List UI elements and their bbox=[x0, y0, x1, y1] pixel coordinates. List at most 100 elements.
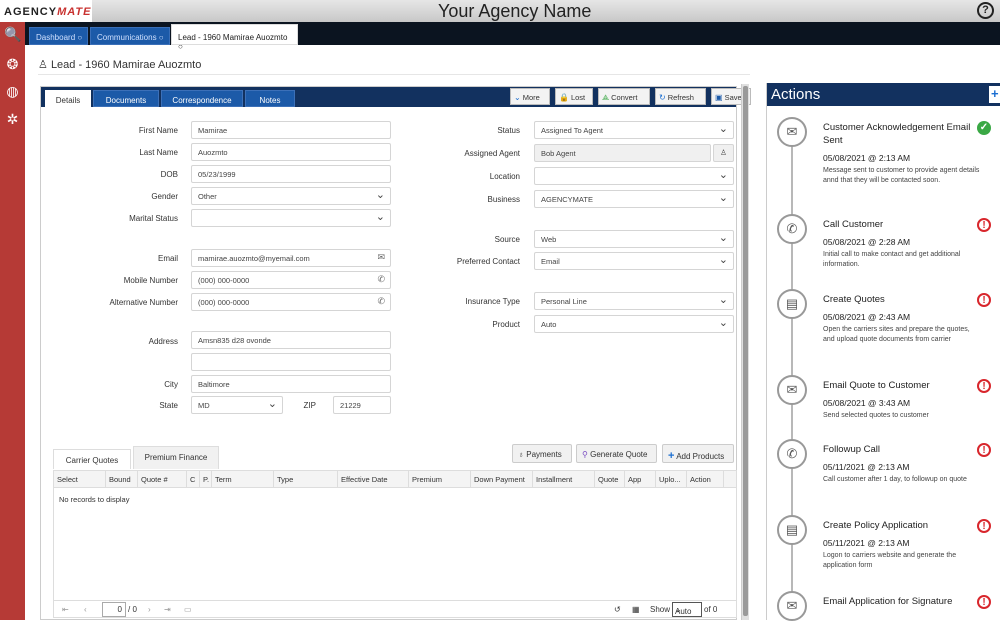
tab-documents[interactable]: Documents bbox=[93, 90, 159, 107]
add-products-button[interactable]: + Add Products bbox=[662, 444, 734, 463]
city-field[interactable]: Baltimore bbox=[191, 375, 391, 393]
tab-premium-finance[interactable]: Premium Finance bbox=[133, 446, 219, 469]
marital-status-label: Marital Status bbox=[129, 214, 178, 223]
next-page-icon[interactable]: › bbox=[148, 605, 151, 614]
gender-select[interactable]: Other bbox=[191, 187, 391, 205]
tab-correspondence[interactable]: Correspondence bbox=[161, 90, 243, 107]
envelope-icon[interactable]: ✉ bbox=[377, 252, 385, 263]
col-type[interactable]: Type bbox=[274, 471, 338, 488]
scrollbar-thumb[interactable] bbox=[743, 86, 748, 616]
plus-icon: + bbox=[668, 450, 675, 462]
tab-communications[interactable]: Communications ○ bbox=[90, 27, 170, 45]
envelope-icon: ✉ bbox=[777, 117, 807, 147]
action-title: Email Quote to Customer bbox=[823, 380, 930, 391]
address-line2-field[interactable] bbox=[191, 353, 391, 371]
save-icon: ▣ bbox=[715, 93, 723, 102]
action-title: Customer Acknowledgement Email Sent bbox=[823, 122, 971, 146]
col-quote[interactable]: Quote bbox=[595, 471, 625, 488]
col-quote-number[interactable]: Quote # bbox=[138, 471, 187, 488]
col-upload[interactable]: Uplo... bbox=[656, 471, 687, 488]
status-select[interactable]: Assigned To Agent bbox=[534, 121, 734, 139]
alternative-number-field[interactable]: (000) 000-0000 ✆ bbox=[191, 293, 391, 311]
col-action[interactable]: Action bbox=[687, 471, 724, 488]
of-total: of 0 bbox=[704, 605, 718, 614]
tab-lead[interactable]: Lead - 1960 Mamirae Auozmto ○ bbox=[171, 24, 298, 51]
alternative-number-label: Alternative Number bbox=[109, 298, 178, 307]
action-description: Call customer after 1 day, to followup o… bbox=[823, 476, 967, 483]
reset-icon[interactable]: ↺ bbox=[614, 605, 621, 614]
lock-icon: 🔒 bbox=[559, 93, 569, 102]
refresh-button[interactable]: ↻ Refresh bbox=[655, 88, 706, 105]
tab-dashboard[interactable]: Dashboard ○ bbox=[29, 27, 88, 45]
action-description: Initial call to make contact and get add… bbox=[823, 251, 961, 268]
col-p[interactable]: P. bbox=[200, 471, 212, 488]
gender-label: Gender bbox=[151, 192, 178, 201]
location-select[interactable] bbox=[534, 167, 734, 185]
excel-icon[interactable]: ▦ bbox=[632, 605, 640, 614]
alert-circle-icon: ! bbox=[977, 293, 991, 307]
help-icon[interactable]: ? bbox=[977, 2, 994, 19]
page-input[interactable]: 0 bbox=[102, 602, 126, 617]
mobile-field[interactable]: (000) 000-0000 ✆ bbox=[191, 271, 391, 289]
app-logo[interactable]: AGENCYMATE bbox=[0, 0, 92, 22]
actions-header: Actions + bbox=[767, 83, 1000, 106]
last-name-field[interactable]: Auozmto bbox=[191, 143, 391, 161]
col-installment[interactable]: Installment bbox=[533, 471, 595, 488]
col-down-payment[interactable]: Down Payment bbox=[471, 471, 533, 488]
col-select[interactable]: Select bbox=[54, 471, 106, 488]
source-label: Source bbox=[494, 235, 520, 244]
tab-details[interactable]: Details bbox=[45, 90, 91, 107]
generate-quote-button[interactable]: ⚲ Generate Quote bbox=[576, 444, 657, 463]
prev-page-icon[interactable]: ‹ bbox=[84, 605, 87, 614]
address-line1-field[interactable]: Amsn835 d28 ovonde bbox=[191, 331, 391, 349]
last-page-icon[interactable]: ⇥ bbox=[164, 605, 171, 614]
search-icon[interactable]: 🔍 bbox=[4, 26, 21, 43]
source-select[interactable]: Web bbox=[534, 230, 734, 248]
email-field[interactable]: mamirae.auozmto@myemail.com ✉ bbox=[191, 249, 391, 267]
user-select-icon[interactable]: ♙ bbox=[713, 144, 734, 162]
dashboard-icon[interactable]: ◍ bbox=[4, 83, 21, 100]
col-term[interactable]: Term bbox=[212, 471, 274, 488]
alert-circle-icon: ! bbox=[977, 519, 991, 533]
insurance-type-select[interactable]: Personal Line bbox=[534, 292, 734, 310]
product-select[interactable]: Auto bbox=[534, 315, 734, 333]
payments-button[interactable]: ♁ Payments bbox=[512, 444, 572, 463]
agency-name: Your Agency Name bbox=[438, 1, 592, 21]
page-size-select[interactable]: Auto ⌄ bbox=[672, 602, 702, 617]
col-effective-date[interactable]: Effective Date bbox=[338, 471, 409, 488]
convert-button[interactable]: ⟁ Convert bbox=[598, 88, 650, 105]
zip-field[interactable]: 21229 bbox=[333, 396, 391, 414]
check-circle-icon: ✓ bbox=[977, 121, 991, 135]
first-name-label: First Name bbox=[138, 126, 178, 135]
preferred-contact-select[interactable]: Email bbox=[534, 252, 734, 270]
grid-header: Select Bound Quote # C P. Term Type Effe… bbox=[54, 471, 736, 488]
col-premium[interactable]: Premium bbox=[409, 471, 471, 488]
city-label: City bbox=[164, 380, 178, 389]
gear-icon[interactable]: ✲ bbox=[4, 111, 21, 128]
col-bound[interactable]: Bound bbox=[106, 471, 138, 488]
refresh-icon: ↻ bbox=[659, 93, 666, 102]
last-name-label: Last Name bbox=[139, 148, 178, 157]
add-action-icon[interactable]: + bbox=[989, 86, 1000, 103]
address-label: Address bbox=[148, 337, 178, 346]
first-name-field[interactable]: Mamirae bbox=[191, 121, 391, 139]
phone-icon[interactable]: ✆ bbox=[377, 296, 385, 307]
more-button[interactable]: ⌄ More bbox=[510, 88, 550, 105]
assigned-agent-label: Assigned Agent bbox=[464, 149, 520, 158]
col-c[interactable]: C bbox=[187, 471, 200, 488]
marital-status-select[interactable] bbox=[191, 209, 391, 227]
dob-field[interactable]: 05/23/1999 bbox=[191, 165, 391, 183]
col-app[interactable]: App bbox=[625, 471, 656, 488]
phone-icon[interactable]: ✆ bbox=[377, 274, 385, 285]
tab-notes[interactable]: Notes bbox=[245, 90, 295, 107]
tab-carrier-quotes[interactable]: Carrier Quotes bbox=[53, 449, 131, 469]
lost-button[interactable]: 🔒 Lost bbox=[555, 88, 593, 105]
action-description: Open the carriers sites and prepare the … bbox=[823, 326, 970, 343]
business-select[interactable]: AGENCYMATE bbox=[534, 190, 734, 208]
main-scrollbar[interactable] bbox=[741, 84, 749, 620]
export-icon[interactable]: ▭ bbox=[184, 605, 192, 614]
phone-icon: ✆ bbox=[777, 439, 807, 469]
first-page-icon[interactable]: ⇤ bbox=[62, 605, 69, 614]
action-description: Message sent to customer to provide agen… bbox=[823, 167, 980, 184]
award-icon[interactable]: ❂ bbox=[4, 56, 21, 73]
